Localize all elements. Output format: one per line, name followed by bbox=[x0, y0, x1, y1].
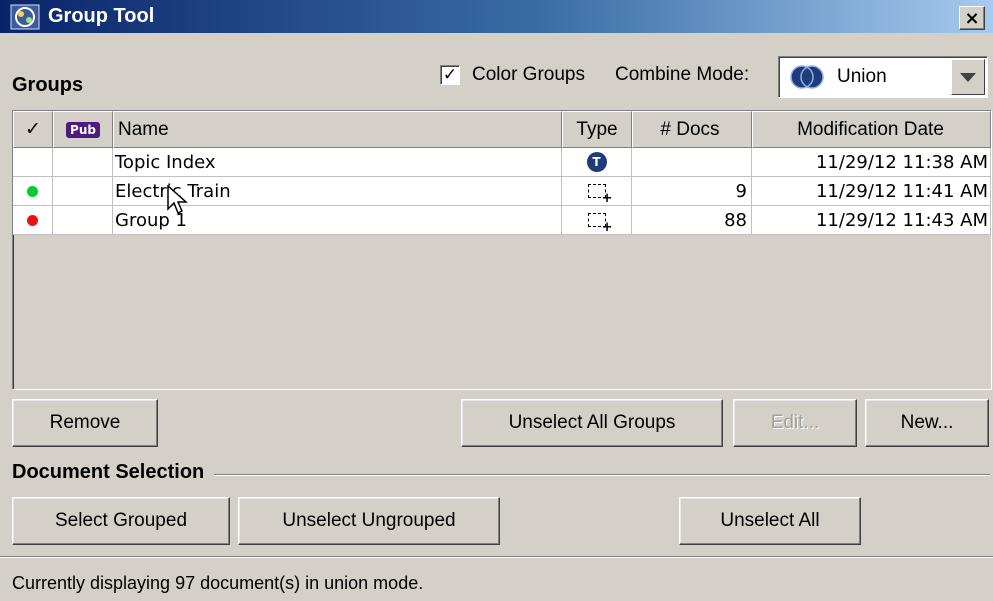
red-dot-icon bbox=[27, 214, 38, 226]
row-date: 11/29/12 11:41 AM bbox=[752, 177, 991, 206]
combine-mode-dropdown-button[interactable] bbox=[951, 59, 985, 95]
group-tool-app-icon bbox=[10, 3, 40, 31]
row-name: Topic Index bbox=[113, 148, 562, 177]
column-header-pub[interactable]: Pub bbox=[53, 111, 113, 148]
groups-section-label: Groups bbox=[12, 74, 84, 96]
select-grouped-button[interactable]: Select Grouped bbox=[12, 497, 230, 545]
chevron-down-icon bbox=[960, 72, 976, 82]
union-icon bbox=[789, 64, 825, 90]
document-selection-label: Document Selection bbox=[12, 461, 215, 484]
color-groups-label: Color Groups bbox=[472, 64, 585, 85]
row-status-cell bbox=[13, 206, 53, 235]
close-button[interactable]: × bbox=[959, 6, 985, 30]
row-docs: 88 bbox=[632, 206, 752, 235]
pub-icon: Pub bbox=[66, 121, 100, 138]
column-header-check[interactable]: ✓ bbox=[13, 111, 53, 148]
check-icon: ✓ bbox=[442, 65, 458, 84]
green-dot-icon bbox=[27, 185, 38, 197]
row-status-cell bbox=[13, 177, 53, 206]
unselect-all-groups-button[interactable]: Unselect All Groups bbox=[461, 399, 723, 447]
row-type-cell bbox=[562, 206, 632, 235]
table-row[interactable]: Group 1 88 11/29/12 11:43 AM bbox=[13, 206, 991, 235]
row-pub-cell bbox=[53, 148, 113, 177]
status-divider bbox=[0, 556, 993, 558]
group-icon bbox=[587, 213, 613, 234]
row-type-cell bbox=[562, 177, 632, 206]
group-icon bbox=[587, 184, 613, 205]
row-pub-cell bbox=[53, 177, 113, 206]
close-icon: × bbox=[964, 7, 980, 29]
table-row[interactable]: Topic Index T 11/29/12 11:38 AM bbox=[13, 148, 991, 177]
table-row[interactable]: Electric Train 9 11/29/12 11:41 AM bbox=[13, 177, 991, 206]
unselect-ungrouped-button[interactable]: Unselect Ungrouped bbox=[238, 497, 500, 545]
color-groups-checkbox[interactable]: ✓ bbox=[440, 65, 460, 85]
row-date: 11/29/12 11:43 AM bbox=[752, 206, 991, 235]
unselect-all-button[interactable]: Unselect All bbox=[679, 497, 861, 545]
combine-mode-value: Union bbox=[837, 66, 887, 87]
topic-index-icon: T bbox=[586, 152, 607, 172]
column-header-date[interactable]: Modification Date bbox=[752, 111, 991, 148]
column-header-type[interactable]: Type bbox=[562, 111, 632, 148]
row-docs bbox=[632, 148, 752, 177]
combine-mode-label: Combine Mode: bbox=[615, 64, 750, 85]
remove-button[interactable]: Remove bbox=[12, 399, 158, 447]
window-title: Group Tool bbox=[48, 5, 155, 27]
row-status-cell bbox=[13, 148, 53, 177]
combine-mode-select[interactable]: Union bbox=[778, 56, 988, 98]
row-type-cell: T bbox=[562, 148, 632, 177]
status-text: Currently displaying 97 document(s) in u… bbox=[12, 573, 424, 593]
table-header: ✓ Pub Name Type # Docs Modification Date bbox=[13, 111, 991, 148]
column-header-name[interactable]: Name bbox=[113, 111, 562, 148]
title-bar: Group Tool × bbox=[0, 0, 993, 33]
new-button[interactable]: New... bbox=[865, 399, 989, 447]
color-groups-toggle[interactable]: ✓ Color Groups bbox=[440, 64, 585, 86]
column-header-docs[interactable]: # Docs bbox=[632, 111, 752, 148]
groups-table[interactable]: ✓ Pub Name Type # Docs Modification Date… bbox=[12, 110, 992, 390]
row-date: 11/29/12 11:38 AM bbox=[752, 148, 991, 177]
edit-button[interactable]: Edit... bbox=[733, 399, 857, 447]
row-pub-cell bbox=[53, 206, 113, 235]
row-docs: 9 bbox=[632, 177, 752, 206]
